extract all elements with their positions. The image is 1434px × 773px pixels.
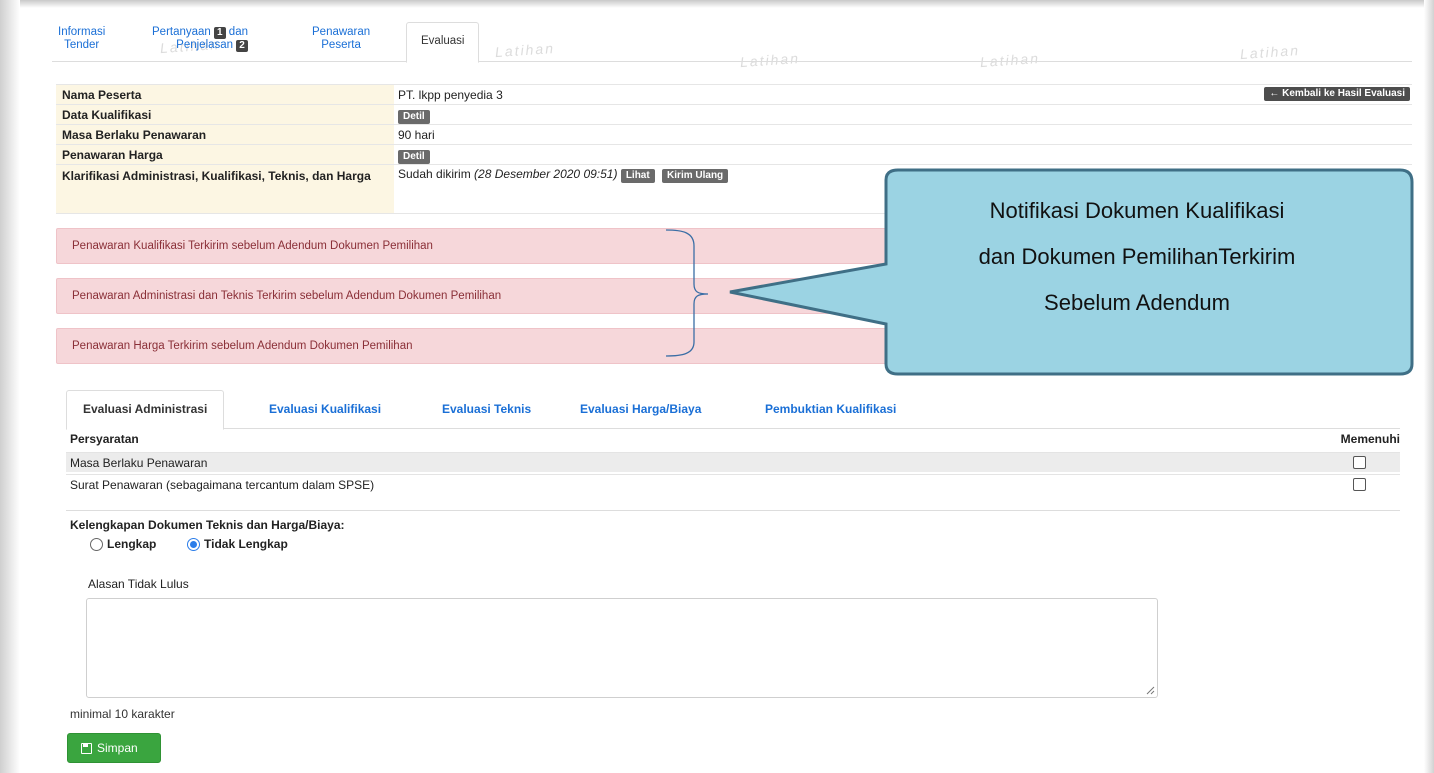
info-label: Masa Berlaku Penawaran xyxy=(56,125,394,144)
tab-penawaran-peserta[interactable]: Penawaran Peserta xyxy=(312,26,370,52)
floppy-disk-icon xyxy=(81,742,92,754)
char-min-hint: minimal 10 karakter xyxy=(70,707,175,721)
tab-label: Penjelasan xyxy=(176,39,234,51)
table-row: Surat Penawaran (sebagaimana tercantum d… xyxy=(66,474,1400,494)
tab-label: Peserta xyxy=(321,39,361,51)
info-label: Klarifikasi Administrasi, Kualifikasi, T… xyxy=(56,165,394,213)
lihat-button[interactable]: Lihat xyxy=(620,169,655,183)
tab-label-line: Pertanyaan 1 dan xyxy=(152,26,248,39)
info-label: Data Kualifikasi xyxy=(56,105,394,124)
requirement-label: Surat Penawaran (sebagaimana tercantum d… xyxy=(70,478,375,492)
info-label: Nama Peserta xyxy=(56,85,394,104)
tab-label: Pertanyaan xyxy=(152,26,211,38)
tab-label: Tender xyxy=(64,39,100,51)
requirements-header: Persyaratan Memenuhi xyxy=(66,431,1400,451)
frame-shadow-top xyxy=(0,0,1434,8)
memenuhi-checkbox[interactable] xyxy=(1353,456,1366,469)
callout-line: Notifikasi Dokumen Kualifikasi xyxy=(989,198,1285,223)
frame-shadow-left xyxy=(0,0,20,773)
save-button[interactable]: Simpan xyxy=(67,733,161,763)
radio-label: Tidak Lengkap xyxy=(204,537,288,551)
column-header-persyaratan: Persyaratan xyxy=(70,432,139,446)
column-header-memenuhi: Memenuhi xyxy=(1340,432,1400,446)
callout-line: Sebelum Adendum xyxy=(1044,290,1230,315)
tab-label: Informasi xyxy=(58,26,106,38)
save-label: Simpan xyxy=(97,741,138,755)
tab-pembuktian-kualifikasi[interactable]: Pembuktian Kualifikasi xyxy=(765,402,896,416)
timestamp: (28 Desember 2020 09:51) xyxy=(474,167,618,181)
radio-tidak-lengkap[interactable]: Tidak Lengkap xyxy=(187,537,288,551)
tab-label: dan xyxy=(228,26,248,38)
info-row-nama-peserta: Nama Peserta PT. lkpp penyedia 3 ← Kemba… xyxy=(56,84,1412,104)
detail-kualifikasi-button[interactable]: Detil xyxy=(398,110,430,124)
tab-pertanyaan-penjelasan[interactable]: Pertanyaan 1 dan Penjelasan 2 xyxy=(152,26,248,52)
table-row: Masa Berlaku Penawaran xyxy=(66,452,1400,472)
status-text: Sudah dikirim xyxy=(398,167,471,181)
tab-label: Penawaran xyxy=(312,26,371,38)
back-to-evaluation-button[interactable]: ← Kembali ke Hasil Evaluasi xyxy=(1264,87,1410,101)
info-value: 90 hari xyxy=(398,128,435,142)
alasan-label: Alasan Tidak Lulus xyxy=(88,577,189,591)
radio-circle-icon[interactable] xyxy=(90,537,103,551)
tab-label: Evaluasi xyxy=(421,35,465,47)
count-badge: 2 xyxy=(236,40,248,52)
radio-checked-icon[interactable] xyxy=(187,537,200,551)
tab-evaluasi[interactable]: Evaluasi xyxy=(406,22,480,63)
callout-line: dan Dokumen PemilihanTerkirim xyxy=(978,244,1296,269)
frame-shadow-right xyxy=(1424,0,1434,773)
tab-evaluasi-kualifikasi[interactable]: Evaluasi Kualifikasi xyxy=(269,402,381,416)
resize-grip-icon[interactable] xyxy=(1145,685,1155,695)
tab-evaluasi-harga-biaya[interactable]: Evaluasi Harga/Biaya xyxy=(580,402,701,416)
section-divider xyxy=(66,510,1400,511)
tab-evaluasi-administrasi[interactable]: Evaluasi Administrasi xyxy=(66,390,225,430)
memenuhi-checkbox[interactable] xyxy=(1353,478,1366,491)
alasan-textarea[interactable] xyxy=(86,598,1158,698)
requirement-label: Masa Berlaku Penawaran xyxy=(70,456,208,470)
kelengkapan-title: Kelengkapan Dokumen Teknis dan Harga/Bia… xyxy=(70,518,345,532)
tab-label-line: Penjelasan 2 xyxy=(152,39,248,52)
tab-informasi-tender[interactable]: Informasi Tender xyxy=(58,26,105,52)
tab-evaluasi-teknis[interactable]: Evaluasi Teknis xyxy=(442,402,531,416)
info-label: Penawaran Harga xyxy=(56,145,394,164)
info-row-data-kualifikasi: Data Kualifikasi Detil xyxy=(56,104,1412,124)
info-row-masa-berlaku: Masa Berlaku Penawaran 90 hari xyxy=(56,124,1412,144)
top-tab-bar: Informasi Tender Pertanyaan 1 dan Penjel… xyxy=(52,22,1412,63)
radio-lengkap[interactable]: Lengkap xyxy=(90,537,156,551)
detail-harga-button[interactable]: Detil xyxy=(398,150,430,164)
info-row-penawaran-harga: Penawaran Harga Detil xyxy=(56,144,1412,164)
info-value: Sudah dikirim (28 Desember 2020 09:51) L… xyxy=(398,165,732,186)
radio-label: Lengkap xyxy=(107,537,157,551)
kirim-ulang-button[interactable]: Kirim Ulang xyxy=(662,169,729,183)
info-value: PT. lkpp penyedia 3 xyxy=(398,88,503,102)
callout-text: Notifikasi Dokumen Kualifikasi dan Dokum… xyxy=(862,188,1412,326)
evaluation-tab-bar: Evaluasi Administrasi Evaluasi Kualifika… xyxy=(66,390,1400,430)
count-badge: 1 xyxy=(214,27,226,39)
